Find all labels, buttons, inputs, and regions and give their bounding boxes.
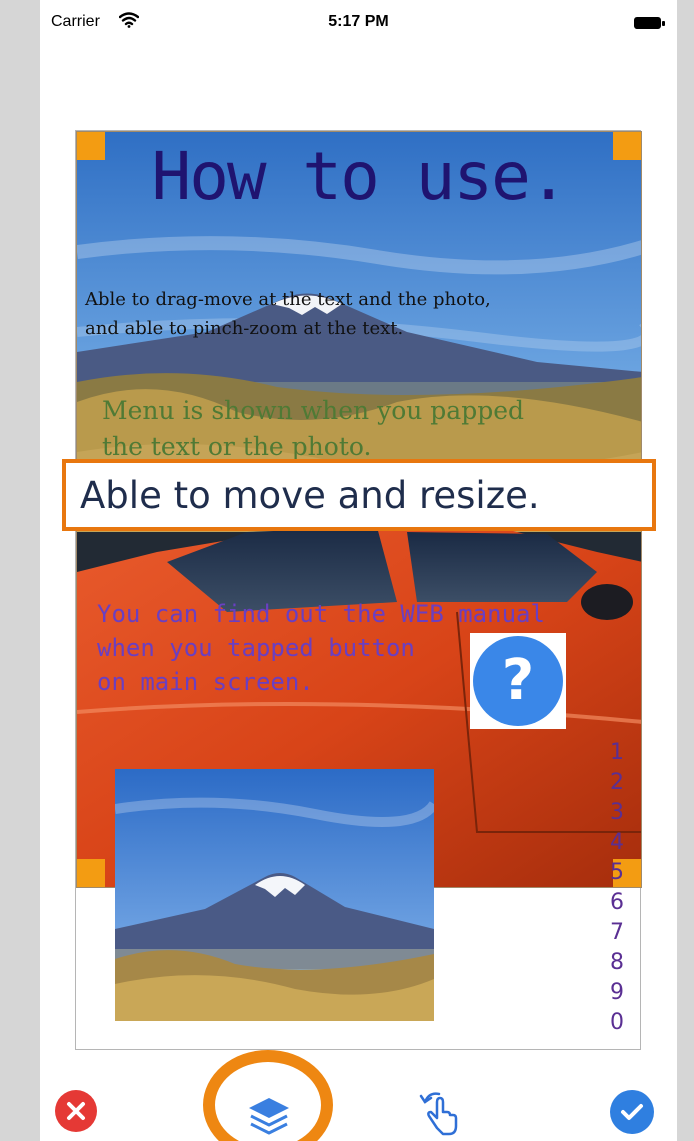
layers-icon: [245, 1094, 293, 1141]
layers-button[interactable]: [203, 1050, 333, 1141]
resize-handle-bottom-left[interactable]: [77, 859, 105, 887]
touch-gesture-icon[interactable]: [415, 1088, 465, 1138]
clock-time: 5:17 PM: [328, 13, 389, 30]
number-digit: 3: [610, 800, 624, 825]
number-digit: 9: [610, 980, 624, 1005]
instruction-line: and able to pinch-zoom at the text.: [85, 318, 404, 339]
number-digit: 5: [610, 860, 624, 885]
number-digit: 7: [610, 920, 624, 945]
inset-mountain-photo[interactable]: [115, 769, 434, 1021]
number-digit: 1: [610, 740, 624, 765]
number-digit: 6: [610, 890, 624, 915]
menu-hint-text[interactable]: Menu is shown when you papped the text o…: [102, 393, 642, 465]
instruction-text[interactable]: Able to drag-move at the text and the ph…: [85, 285, 645, 343]
number-digit: 4: [610, 830, 624, 855]
selected-text-box[interactable]: Able to move and resize.: [62, 459, 656, 531]
question-mark-icon: ?: [473, 636, 563, 726]
checkmark-icon[interactable]: [610, 1090, 654, 1134]
instruction-line: Able to drag-move at the text and the ph…: [85, 289, 491, 310]
close-icon[interactable]: [55, 1090, 97, 1132]
number-digit: 8: [610, 950, 624, 975]
selected-text-label: Able to move and resize.: [80, 474, 540, 517]
number-digit: 0: [610, 1010, 624, 1035]
bottom-toolbar: [40, 1050, 677, 1141]
phone-screen: Carrier 5:17 PM How to use. Able to drag…: [40, 0, 677, 1141]
menu-hint-line: Menu is shown when you papped: [102, 396, 525, 425]
vertical-number-text[interactable]: 1 2 3 4 5 6 7 8 9 0: [607, 738, 627, 1038]
battery-icon: [633, 15, 667, 36]
help-button-image[interactable]: ?: [470, 633, 566, 729]
status-bar: Carrier 5:17 PM: [40, 0, 677, 46]
web-manual-line: You can find out the WEB manual: [97, 600, 545, 628]
number-digit: 2: [610, 770, 624, 795]
title-text[interactable]: How to use.: [76, 138, 642, 215]
